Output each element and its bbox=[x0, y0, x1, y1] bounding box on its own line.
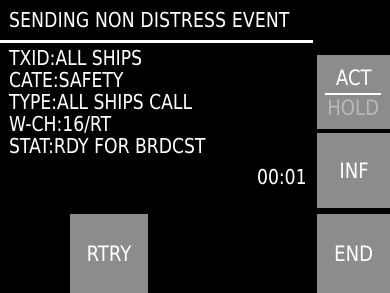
retry-button[interactable]: RTRY bbox=[70, 214, 148, 293]
act-label: ACT bbox=[335, 65, 372, 90]
status-line: STAT:RDY FOR BRDCST bbox=[9, 134, 206, 158]
act-hold-button[interactable]: ACT HOLD bbox=[317, 55, 390, 129]
inf-button[interactable]: INF bbox=[317, 133, 390, 208]
hold-label: HOLD bbox=[327, 95, 380, 120]
rtry-label: RTRY bbox=[86, 241, 132, 266]
elapsed-timer: 00:01 bbox=[257, 165, 307, 189]
title-divider bbox=[0, 40, 313, 43]
end-button[interactable]: END bbox=[317, 214, 390, 293]
act-hold-separator bbox=[325, 92, 382, 95]
work-channel-line: W-CH:16/RT bbox=[9, 112, 112, 136]
end-label: END bbox=[334, 241, 373, 266]
dsc-screen: SENDING NON DISTRESS EVENT TXID:ALL SHIP… bbox=[0, 0, 390, 293]
inf-label: INF bbox=[338, 158, 369, 183]
screen-title: SENDING NON DISTRESS EVENT bbox=[9, 8, 290, 32]
category-line: CATE:SAFETY bbox=[9, 68, 124, 92]
type-line: TYPE:ALL SHIPS CALL bbox=[9, 90, 193, 114]
txid-line: TXID:ALL SHIPS bbox=[9, 46, 143, 70]
